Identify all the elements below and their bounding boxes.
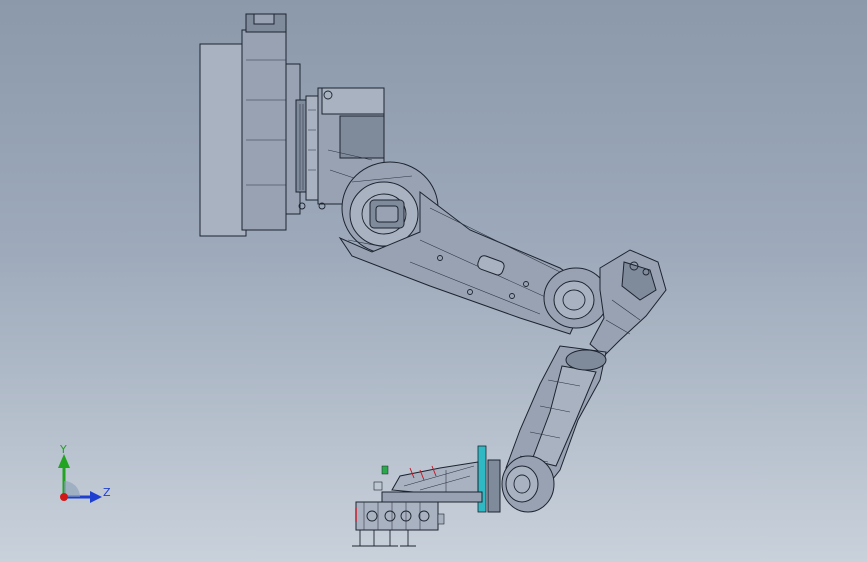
- z-axis-head: [90, 491, 102, 503]
- elbow-joint[interactable]: [543, 249, 667, 357]
- robot-arm-model[interactable]: [0, 0, 867, 562]
- end-effector-tool[interactable]: [352, 461, 483, 547]
- z-axis-label: Z: [103, 486, 111, 499]
- y-axis-label: Y: [60, 443, 67, 456]
- x-axis-dot: [60, 493, 68, 501]
- y-axis-head: [58, 454, 70, 468]
- graphics-viewport[interactable]: Y Z: [0, 0, 867, 562]
